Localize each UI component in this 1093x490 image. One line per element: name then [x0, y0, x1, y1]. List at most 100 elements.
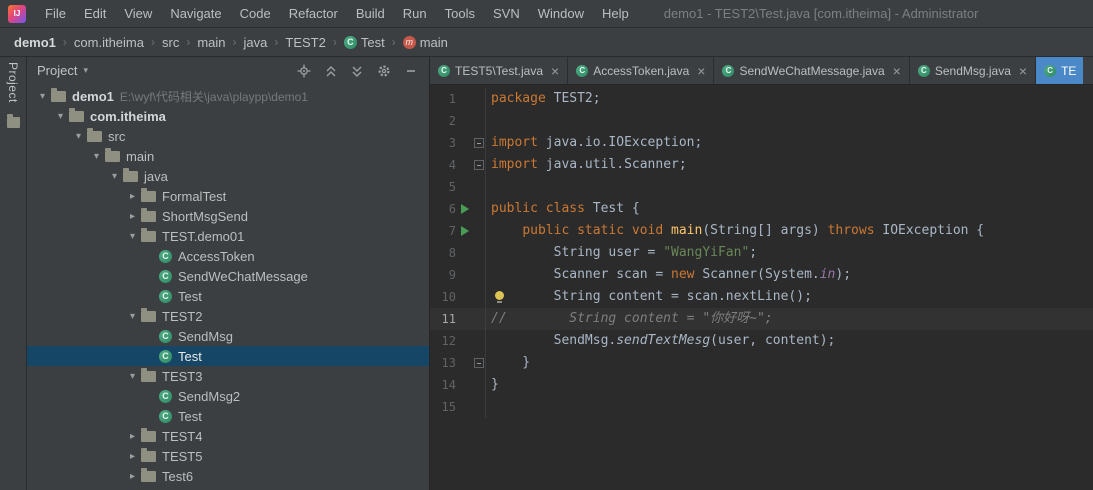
title-bar: IJ File Edit View Navigate Code Refactor Build…: [0, 0, 1093, 28]
breadcrumb-separator-icon: ›: [62, 35, 67, 49]
close-icon[interactable]: ×: [893, 64, 901, 78]
menu-item-svn[interactable]: SVN: [484, 6, 529, 21]
chevron-expanded-icon[interactable]: ▾: [125, 311, 140, 322]
tree-item-main[interactable]: ▾ main: [27, 146, 429, 166]
chevron-expanded-icon[interactable]: ▾: [35, 91, 50, 102]
class-icon: C: [159, 269, 172, 283]
editor-tab-accesstoken.java[interactable]: C AccessToken.java ×: [568, 57, 715, 84]
tree-item-demo1[interactable]: ▾ demo1 E:\wyf\代码相关\java\playpp\demo1: [27, 86, 429, 106]
chevron-collapsed-icon[interactable]: ▸: [125, 191, 140, 202]
chevron-expanded-icon[interactable]: ▾: [89, 151, 104, 162]
menu-item-code[interactable]: Code: [231, 6, 280, 21]
hide-panel-icon[interactable]: [405, 64, 417, 78]
tree-item-test3[interactable]: ▾ TEST3: [27, 366, 429, 386]
breadcrumb-item-test[interactable]: C Test: [342, 35, 387, 50]
code-line-1: 1 package TEST2;: [430, 88, 1093, 110]
menu-item-refactor[interactable]: Refactor: [280, 6, 347, 21]
code-token: package: [491, 91, 554, 106]
chevron-expanded-icon[interactable]: ▾: [107, 171, 122, 182]
fold-marker-icon[interactable]: [473, 352, 486, 374]
tree-item-test[interactable]: C Test: [27, 286, 429, 306]
fold-marker-icon[interactable]: [473, 154, 486, 176]
breadcrumb-item-test2[interactable]: TEST2: [283, 35, 327, 50]
intention-bulb-icon[interactable]: [495, 291, 504, 303]
tree-item-label: ShortMsgSend: [162, 208, 248, 224]
chevron-expanded-icon[interactable]: ▾: [125, 231, 140, 242]
run-button-icon[interactable]: [456, 220, 473, 242]
breadcrumb-label: Test: [360, 34, 385, 50]
editor-tab-sendmsg.java[interactable]: C SendMsg.java ×: [910, 57, 1037, 84]
menu-item-build[interactable]: Build: [347, 6, 394, 21]
gutter-fold-slot: [473, 396, 486, 418]
chevron-collapsed-icon[interactable]: ▸: [125, 471, 140, 482]
chevron-collapsed-icon[interactable]: ▸: [125, 451, 140, 462]
editor-tab-test5\test.java[interactable]: C TEST5\Test.java ×: [430, 57, 569, 84]
tree-item-sendwechatmessage[interactable]: C SendWeChatMessage: [27, 266, 429, 286]
breadcrumb-item-src[interactable]: src: [160, 35, 181, 50]
tree-item-test5[interactable]: ▸ TEST5: [27, 446, 429, 466]
editor-tab-te[interactable]: C TE: [1036, 57, 1084, 84]
chevron-down-icon[interactable]: ▾: [83, 65, 88, 76]
tree-item-shortmsgsend[interactable]: ▸ ShortMsgSend: [27, 206, 429, 226]
chevron-expanded-icon[interactable]: ▾: [125, 371, 140, 382]
expand-all-icon[interactable]: [351, 64, 363, 78]
menu-item-help[interactable]: Help: [593, 6, 638, 21]
tool-window-tab-project[interactable]: Project: [6, 62, 20, 103]
close-icon[interactable]: ×: [697, 64, 705, 78]
gear-icon[interactable]: [377, 64, 391, 78]
menu-item-window[interactable]: Window: [529, 6, 593, 21]
breadcrumb-label: src: [161, 34, 180, 50]
menu-item-file[interactable]: File: [36, 6, 75, 21]
tree-item-com.itheima[interactable]: ▾ com.itheima: [27, 106, 429, 126]
menu-item-navigate[interactable]: Navigate: [161, 6, 230, 21]
collapse-all-icon[interactable]: [325, 64, 337, 78]
breadcrumb-separator-icon: ›: [186, 35, 191, 49]
line-number: 5: [448, 180, 456, 194]
close-icon[interactable]: ×: [1019, 64, 1027, 78]
code-text: public static void main(String[] args) t…: [486, 220, 1093, 242]
tree-item-sendmsg[interactable]: C SendMsg: [27, 326, 429, 346]
breadcrumb-item-main[interactable]: main: [195, 35, 227, 50]
chevron-collapsed-icon[interactable]: ▸: [125, 431, 140, 442]
tree-item-formaltest[interactable]: ▸ FormalTest: [27, 186, 429, 206]
menu-item-tools[interactable]: Tools: [436, 6, 484, 21]
tree-item-java[interactable]: ▾ java: [27, 166, 429, 186]
chevron-collapsed-icon[interactable]: ▸: [125, 211, 140, 222]
chevron-expanded-icon[interactable]: ▾: [53, 111, 68, 122]
tree-item-test[interactable]: C Test: [27, 406, 429, 426]
locate-file-icon[interactable]: [297, 64, 311, 78]
chevron-expanded-icon[interactable]: ▾: [71, 131, 86, 142]
editor-tab-sendwechatmessage.java[interactable]: C SendWeChatMessage.java ×: [714, 57, 910, 84]
folder-icon: [141, 448, 156, 462]
close-icon[interactable]: ×: [551, 64, 559, 78]
folder-icon: [105, 148, 120, 162]
tree-item-label: TEST2: [162, 308, 203, 324]
project-panel-title[interactable]: Project: [37, 63, 77, 78]
tree-item-test[interactable]: C Test: [27, 346, 429, 366]
menu-item-edit[interactable]: Edit: [75, 6, 115, 21]
tree-item-test2[interactable]: ▾ TEST2: [27, 306, 429, 326]
fold-marker-icon[interactable]: [473, 132, 486, 154]
folder-icon: [141, 208, 156, 222]
run-button-icon[interactable]: [456, 198, 473, 220]
menu-item-view[interactable]: View: [115, 6, 161, 21]
tree-item-test4[interactable]: ▸ TEST4: [27, 426, 429, 446]
tree-item-accesstoken[interactable]: C AccessToken: [27, 246, 429, 266]
tool-strip-folder-icon[interactable]: [7, 114, 20, 128]
code-token: sendTextMesg: [616, 333, 711, 348]
tree-item-src[interactable]: ▾ src: [27, 126, 429, 146]
tree-item-test6[interactable]: ▸ Test6: [27, 466, 429, 486]
tree-item-test.demo01[interactable]: ▾ TEST.demo01: [27, 226, 429, 246]
breadcrumb-item-java[interactable]: java: [242, 35, 270, 50]
breadcrumb-item-main[interactable]: m main: [401, 35, 450, 50]
gutter-run-slot: [456, 88, 473, 110]
code-text: // String content = "你好呀~";: [486, 308, 1093, 330]
menu-item-run[interactable]: Run: [394, 6, 436, 21]
code-area[interactable]: 1 package TEST2; 2 3 import java.io.IOExcept…: [430, 85, 1093, 490]
tree-item-label: Test6: [162, 468, 194, 484]
breadcrumb-item-demo1[interactable]: demo1: [12, 35, 58, 50]
breadcrumb-item-com.itheima[interactable]: com.itheima: [72, 35, 146, 50]
tree-item-sendmsg2[interactable]: C SendMsg2: [27, 386, 429, 406]
code-token: }: [491, 355, 531, 370]
line-number: 14: [441, 378, 456, 392]
